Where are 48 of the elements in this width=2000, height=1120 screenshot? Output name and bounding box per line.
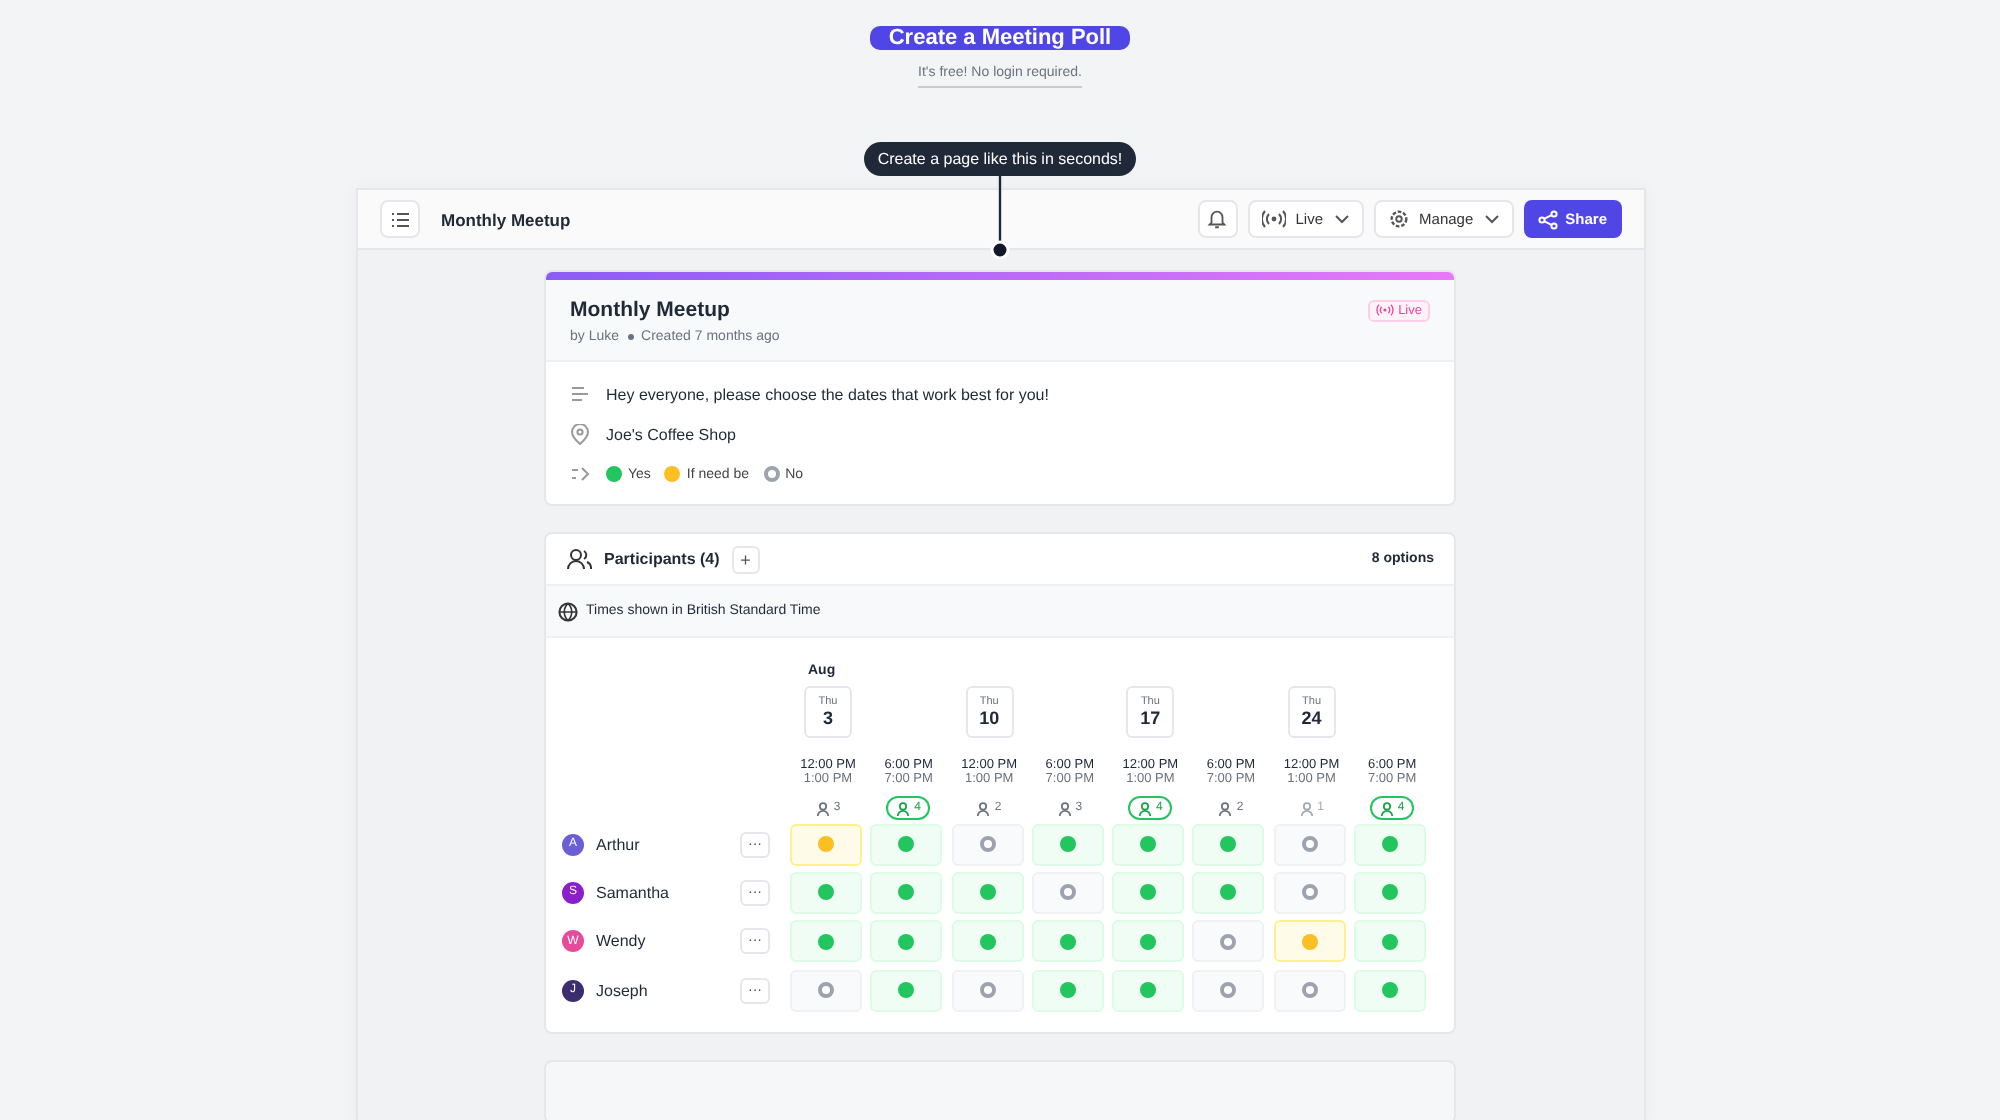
poll-description: Hey everyone, please choose the dates that work best for you! [606, 385, 1049, 403]
poll-title: Monthly Meetup [570, 298, 730, 322]
no-icon [979, 836, 996, 853]
no-icon [1220, 982, 1237, 999]
participant-name: Samantha [596, 883, 671, 902]
person-icon [1138, 801, 1153, 815]
maybe-icon [664, 466, 681, 482]
poll-location: Joe's Coffee Shop [606, 425, 736, 443]
options-icon [570, 464, 590, 484]
person-icon [1299, 801, 1314, 815]
settings-icon [1387, 208, 1410, 230]
person-icon [896, 801, 911, 815]
menu-icon [389, 209, 409, 229]
no-icon [1301, 836, 1318, 853]
person-icon [976, 801, 991, 815]
person-icon [1057, 801, 1072, 815]
no-icon [1301, 884, 1318, 901]
location-icon [570, 423, 590, 445]
broadcast-icon [1261, 210, 1286, 228]
globe-icon [558, 601, 578, 621]
maybe-icon [1301, 933, 1318, 950]
share-icon [1537, 209, 1558, 229]
person-icon [1218, 801, 1233, 815]
no-icon [979, 982, 996, 999]
no-icon [1301, 982, 1318, 999]
create-poll-button[interactable]: Create a Meeting Poll [870, 26, 1130, 50]
page-title: Monthly Meetup [441, 209, 571, 229]
participants-title: Participants (4) [604, 550, 720, 568]
no-icon [1220, 933, 1237, 950]
text-icon [570, 384, 590, 404]
separator-dot [627, 334, 634, 340]
bell-button[interactable] [1197, 200, 1238, 238]
menu-button[interactable] [379, 200, 419, 238]
person-icon [815, 801, 830, 815]
no-icon [763, 466, 780, 482]
chevron-down-icon [1333, 214, 1350, 224]
users-icon [566, 548, 592, 570]
no-icon [818, 982, 834, 999]
add-participant-button[interactable]: + [731, 545, 760, 573]
bell-icon [1206, 208, 1229, 230]
participant-name: Arthur [596, 835, 642, 854]
person-icon [1379, 801, 1394, 815]
tooltip: Create a page like this in seconds! [863, 142, 1137, 176]
participant-name: Wendy [596, 932, 648, 951]
no-icon [1059, 884, 1076, 901]
chevron-down-icon [1483, 214, 1500, 224]
participant-name: Joseph [596, 981, 650, 1000]
maybe-icon [818, 836, 834, 853]
